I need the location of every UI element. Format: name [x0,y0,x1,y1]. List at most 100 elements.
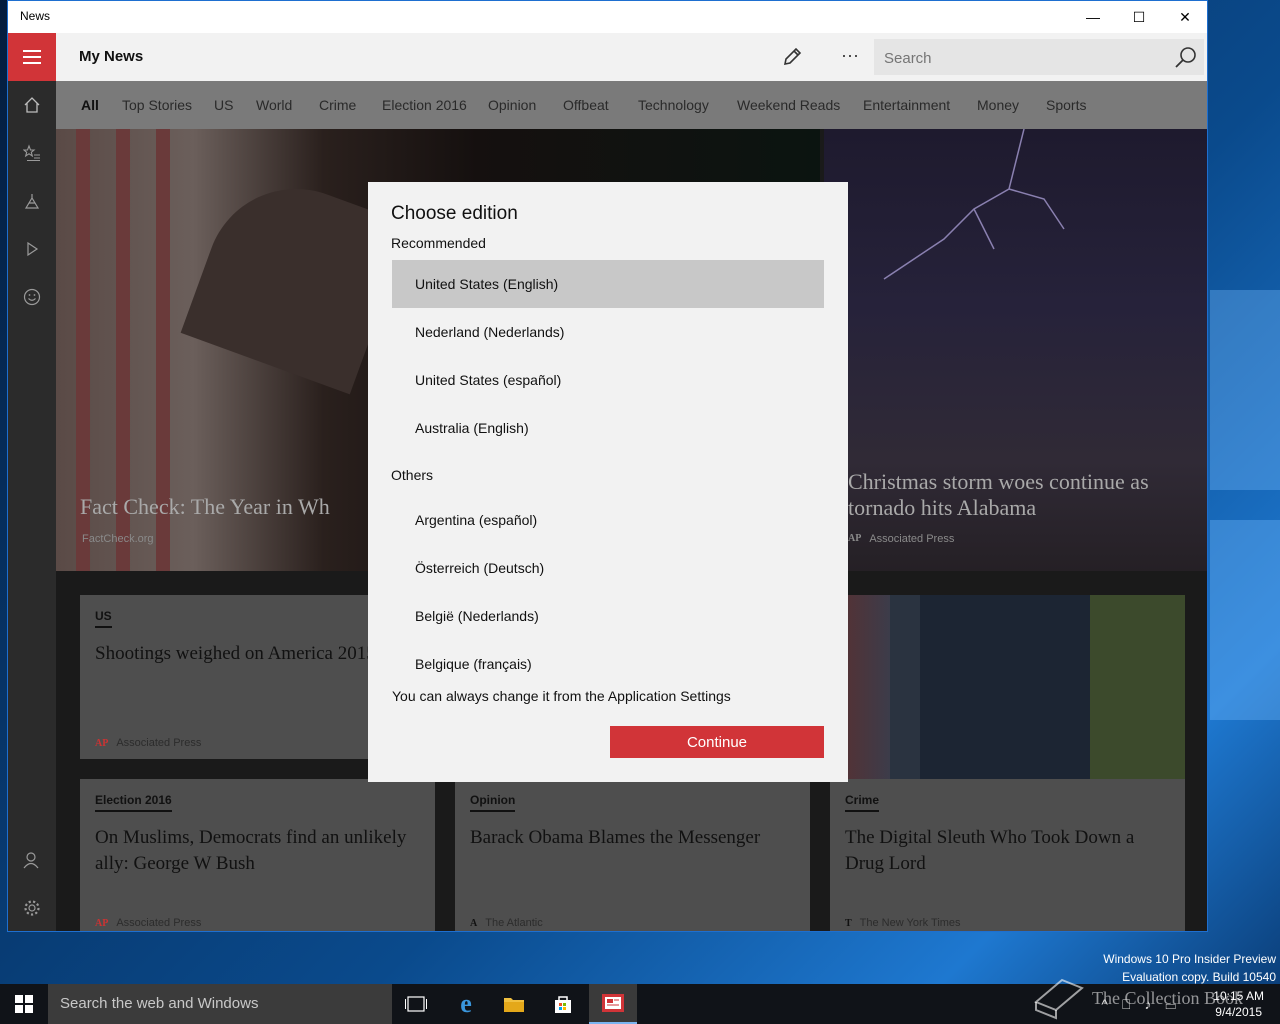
video-nav-button[interactable] [20,237,44,261]
store-bag-icon [555,996,571,1013]
news-app-taskbar-button[interactable] [589,984,637,1024]
settings-nav-button[interactable] [20,896,44,920]
ap-logo: AP [848,533,862,544]
tab-offbeat[interactable]: Offbeat [563,97,609,113]
tab-entertainment[interactable]: Entertainment [863,97,950,113]
chevron-up-icon[interactable]: ^ [1101,996,1122,1012]
card-category[interactable]: US [95,609,112,628]
clock-time: 10:15 AM [1213,989,1264,1003]
edition-option[interactable]: Belgique (français) [392,640,824,688]
taskbar: Search the web and Windows e The Collect… [0,978,1280,1024]
choose-edition-dialog: Choose edition Recommended United States… [368,182,848,782]
card-source-row: A The Atlantic [470,917,543,929]
network-icon[interactable]: ⎕ [1122,996,1144,1012]
title-bar[interactable]: News — ☐ ✕ [8,1,1207,33]
continue-button[interactable]: Continue [610,726,824,758]
wallpaper-light-beam [1210,520,1280,720]
card-source-row: T The New York Times [845,917,961,929]
card-source-row: AP Associated Press [95,737,201,749]
edition-option[interactable]: Argentina (español) [392,496,824,544]
maximize-button[interactable]: ☐ [1116,1,1162,33]
store-button[interactable] [539,984,587,1024]
entertainment-nav-button[interactable] [20,285,44,309]
search-button[interactable] [1174,45,1198,69]
settings-note: You can always change it from the Applic… [392,688,731,704]
window-title: News [20,9,51,23]
tab-crime[interactable]: Crime [319,97,356,113]
card-category[interactable]: Election 2016 [95,793,172,812]
start-button[interactable] [0,984,48,1024]
pencil-icon [783,47,802,66]
book-watermark-icon [1034,978,1084,1020]
tab-top-stories[interactable]: Top Stories [122,97,192,113]
search-input[interactable] [874,39,1176,77]
volume-icon[interactable]: ♪ [1144,996,1165,1012]
person-icon [23,852,39,869]
close-icon: ✕ [1179,8,1191,25]
folder-icon [504,998,524,1012]
hero-title: Christmas storm woes continue as tornado… [848,469,1149,520]
card-photo-banner [1090,595,1185,779]
hero-article-right[interactable]: Christmas storm woes continue as tornado… [824,129,1207,571]
local-nav-button[interactable] [20,189,44,213]
edit-button[interactable] [778,43,806,71]
edition-option[interactable]: United States (español) [392,356,824,404]
minimize-button[interactable]: — [1070,1,1116,33]
tab-weekend-reads[interactable]: Weekend Reads [737,97,840,113]
tab-all[interactable]: All [81,97,99,113]
card-source: The Atlantic [485,917,543,929]
tab-technology[interactable]: Technology [638,97,709,113]
edition-option[interactable]: Österreich (Deutsch) [392,544,824,592]
action-center-icon[interactable]: ▭ [1165,996,1190,1012]
edge-icon: e [460,989,472,1018]
atlantic-logo: A [470,917,478,929]
tab-opinion[interactable]: Opinion [488,97,536,113]
article-card[interactable]: Election 2016 On Muslims, Democrats find… [80,779,435,931]
tab-world[interactable]: World [256,97,292,113]
edition-option[interactable]: Nederland (Nederlands) [392,308,824,356]
card-title: On Muslims, Democrats find an unlikely a… [95,827,407,874]
edition-option-selected[interactable]: United States (English) [392,260,824,308]
edge-button[interactable]: e [442,984,490,1024]
task-view-button[interactable] [392,984,440,1024]
article-card[interactable]: Opinion Barack Obama Blames the Messenge… [455,779,810,931]
card-title: Barack Obama Blames the Messenger [470,827,761,848]
system-tray[interactable]: ^⎕♪▭ [1101,996,1190,1013]
minimize-icon: — [1086,9,1100,25]
edition-option[interactable]: Australia (English) [392,404,824,452]
maximize-icon: ☐ [1132,8,1146,25]
tab-sports[interactable]: Sports [1046,97,1086,113]
others-heading: Others [391,467,434,483]
wallpaper-light-beam [1210,290,1280,490]
card-photo-figure [920,595,1090,779]
windows-logo-icon [15,995,33,1013]
edition-option[interactable]: België (Nederlands) [392,592,824,640]
app-header: My News ··· [56,33,1207,81]
card-category[interactable]: Opinion [470,793,516,812]
news-icon [602,994,624,1012]
home-nav-button[interactable] [20,93,44,117]
card-category[interactable]: Crime [845,793,880,812]
star-list-icon [23,144,40,161]
article-card-image[interactable] [830,595,1185,779]
more-options-button[interactable]: ··· [836,43,864,71]
interests-nav-button[interactable] [20,141,44,165]
clock[interactable]: 10:15 AM 9/4/2015 [1213,988,1264,1020]
nyt-logo: T [845,917,852,929]
account-nav-button[interactable] [20,848,44,872]
tab-money[interactable]: Money [977,97,1019,113]
recommended-heading: Recommended [391,235,486,251]
page-title: My News [79,48,144,65]
nav-sidebar [8,81,56,931]
play-icon [27,241,39,257]
hero-title: Fact Check: The Year in Wh [80,494,330,519]
file-explorer-button[interactable] [490,984,538,1024]
close-button[interactable]: ✕ [1162,1,1207,33]
hero-source-row: AP Associated Press [848,533,954,545]
taskbar-search[interactable]: Search the web and Windows [48,984,392,1024]
hamburger-menu-button[interactable] [8,33,56,81]
tab-us[interactable]: US [214,97,233,113]
article-card[interactable]: Crime The Digital Sleuth Who Took Down a… [830,779,1185,931]
tab-election-2016[interactable]: Election 2016 [382,97,467,113]
hero-source: FactCheck.org [82,533,154,545]
